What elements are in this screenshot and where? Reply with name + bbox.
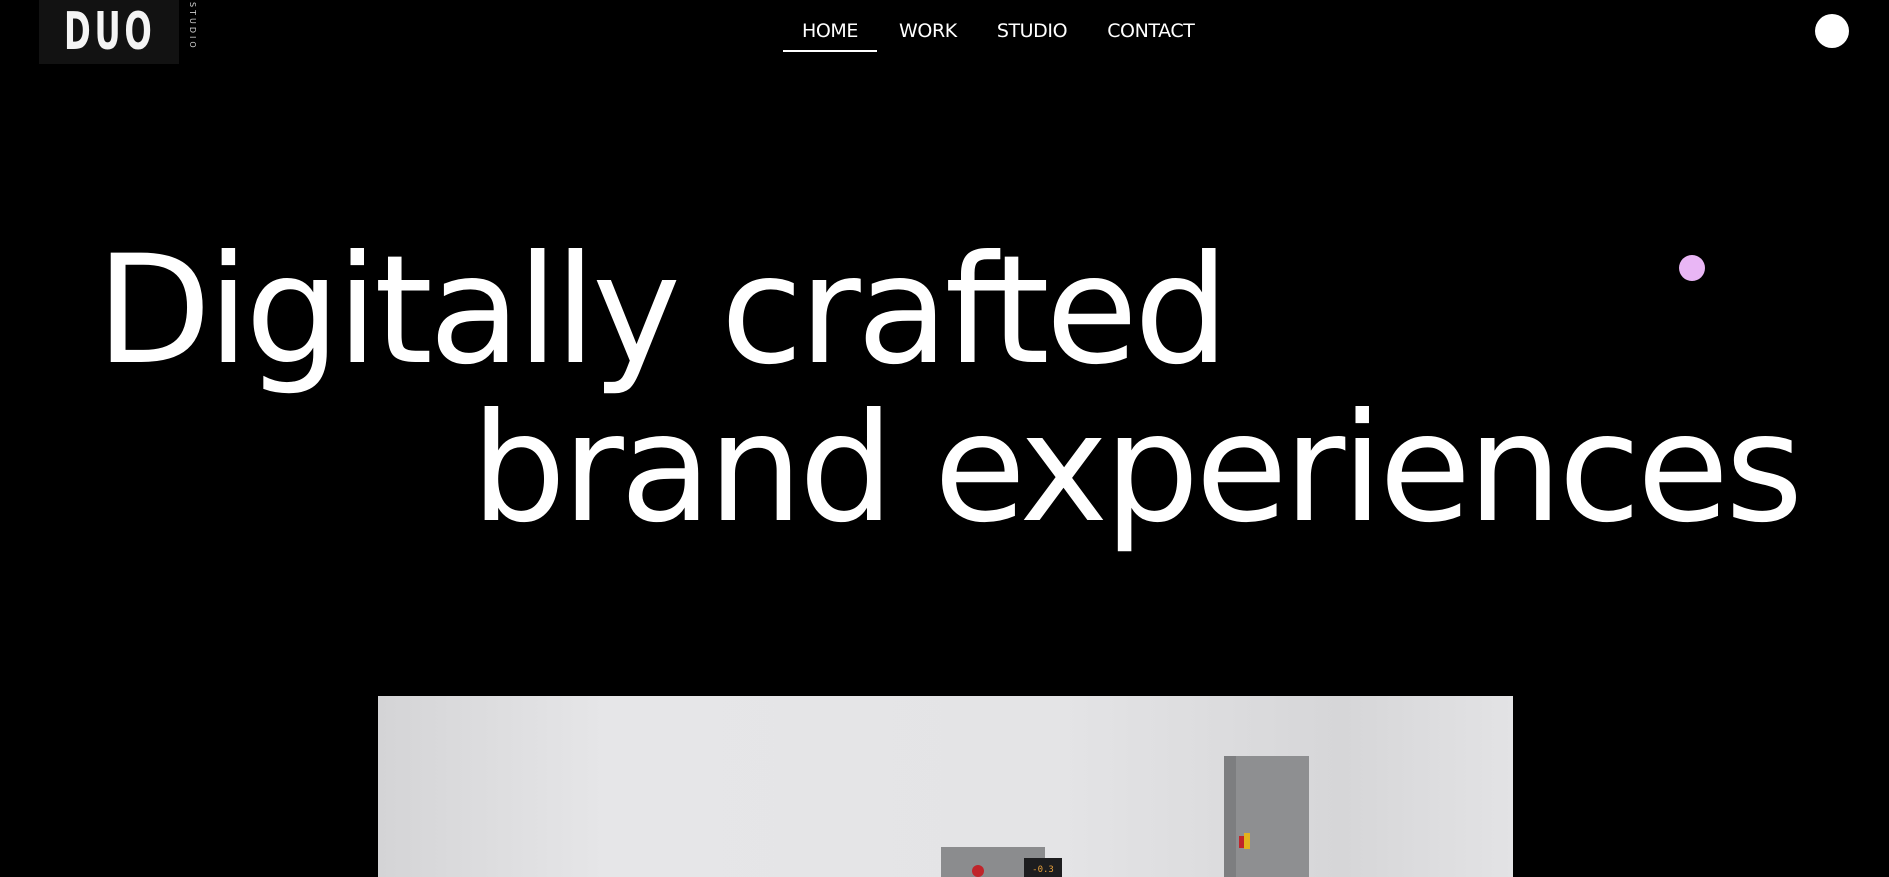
page: DUO STUDIO HOME WORK STUDIO CONTACT Digi… bbox=[0, 0, 1889, 877]
hero-heading-line-2: brand experiences bbox=[471, 382, 1803, 556]
logo[interactable]: DUO STUDIO bbox=[39, 0, 197, 64]
main-nav: HOME WORK STUDIO CONTACT bbox=[783, 16, 1195, 52]
nav-item-studio[interactable]: STUDIO bbox=[997, 16, 1068, 52]
logo-wordmark: DUO bbox=[64, 2, 156, 62]
menu-circle-icon[interactable] bbox=[1815, 14, 1849, 48]
nav-item-home[interactable]: HOME bbox=[783, 16, 877, 52]
nav-item-work[interactable]: WORK bbox=[899, 16, 957, 52]
hero-image: -0.3 bbox=[378, 696, 1513, 877]
cursor-dot bbox=[1679, 255, 1705, 281]
hero-image-illustration: -0.3 bbox=[378, 696, 1513, 877]
hero-heading-line-1: Digitally crafted bbox=[96, 224, 1229, 398]
nav-item-contact[interactable]: CONTACT bbox=[1107, 16, 1195, 52]
display-readout: -0.3 bbox=[1032, 865, 1054, 875]
logo-subtitle: STUDIO bbox=[188, 2, 197, 51]
